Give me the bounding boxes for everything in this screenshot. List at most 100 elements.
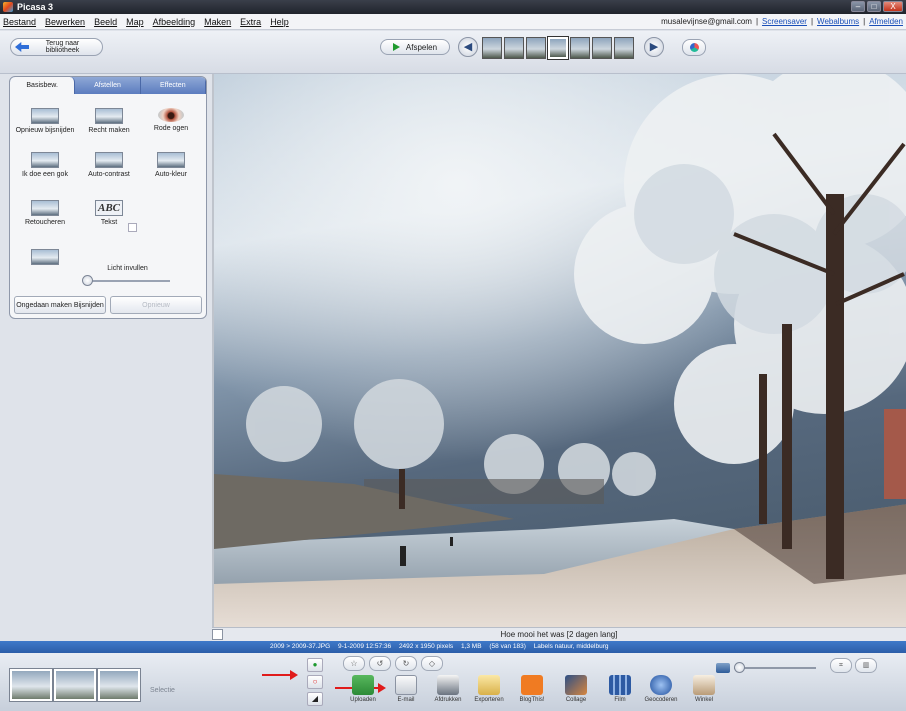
filmstrip-thumb[interactable] — [614, 37, 634, 59]
auto-color-tool[interactable]: Auto-kleur — [140, 152, 202, 179]
filmstrip-thumb-selected[interactable] — [547, 36, 569, 60]
filmstrip — [482, 36, 634, 60]
blogthis-button[interactable]: BlogThis! — [512, 675, 552, 703]
tray-thumb[interactable] — [53, 668, 97, 702]
redo-button[interactable]: Opnieuw — [110, 296, 202, 314]
collage-icon — [565, 675, 587, 695]
menu-bestand[interactable]: Bestand — [3, 17, 36, 27]
tab-tuning[interactable]: Afstellen — [75, 77, 141, 94]
close-button[interactable]: X — [883, 1, 903, 12]
menu-maken[interactable]: Maken — [204, 17, 231, 27]
title-bar: Picasa 3 – □ X — [0, 0, 906, 14]
filmstrip-thumb[interactable] — [570, 37, 590, 59]
globe-icon — [650, 675, 672, 695]
selection-tray: Selectie — [9, 659, 290, 707]
play-slideshow-button[interactable]: Afspelen — [380, 39, 450, 55]
tool-grid: Opnieuw bijsnijden Recht maken Rode ogen… — [10, 94, 206, 286]
next-photo-button[interactable]: ▶ — [644, 37, 664, 57]
menu-bewerken[interactable]: Bewerken — [45, 17, 85, 27]
fill-light-slider-knob[interactable] — [82, 275, 93, 286]
account-email: musalevijnse@gmail.com — [661, 17, 752, 26]
picasa-icon — [3, 2, 13, 12]
disabled-checkbox[interactable] — [128, 223, 137, 232]
fill-light-tool[interactable] — [14, 249, 76, 268]
export-label: Exporteren — [474, 697, 504, 703]
filmstrip-thumb[interactable] — [592, 37, 612, 59]
sign-out-link[interactable]: Afmelden — [869, 17, 903, 26]
back-to-library-button[interactable]: Terug naar bibliotheek — [10, 38, 103, 56]
photo-caption[interactable]: Hoe mooi het was [2 dagen lang] — [501, 630, 618, 639]
star-icon[interactable]: ☆ — [343, 656, 365, 671]
straighten-icon — [95, 108, 123, 124]
menu-map[interactable]: Map — [126, 17, 144, 27]
tab-basic-fixes[interactable]: Basisbew. — [10, 77, 76, 94]
view-buttons: ⌗ ▥ — [830, 658, 877, 673]
straighten-tool[interactable]: Recht maken — [78, 108, 140, 135]
webalbums-link[interactable]: Webalbums — [817, 17, 859, 26]
menu-extra[interactable]: Extra — [240, 17, 261, 27]
blogger-icon — [521, 675, 543, 695]
shop-icon — [693, 675, 715, 695]
tag-icon[interactable]: ◇ — [421, 656, 443, 671]
upload-button[interactable]: Uploaden — [343, 675, 383, 703]
red-eye-label: Rode ogen — [153, 125, 189, 132]
info-date: 9-1-2009 12:57:36 — [337, 643, 392, 650]
undo-crop-button[interactable]: Ongedaan maken Bijsnijden — [14, 296, 106, 314]
menu-afbeelding[interactable]: Afbeelding — [153, 17, 196, 27]
crop-tool[interactable]: Opnieuw bijsnijden — [14, 108, 76, 135]
rotate-left-icon[interactable]: ↺ — [369, 656, 391, 671]
print-label: Afdrukken — [434, 697, 462, 703]
label-icon[interactable]: ◢ — [307, 692, 323, 706]
tab-effects[interactable]: Effecten — [141, 77, 206, 94]
red-eye-tool[interactable]: Rode ogen — [140, 108, 202, 133]
shop-button[interactable]: Winkel — [684, 675, 724, 703]
retouch-label: Retoucheren — [24, 219, 66, 226]
filmstrip-thumb[interactable] — [482, 37, 502, 59]
maximize-button[interactable]: □ — [867, 1, 881, 12]
zoom-slider[interactable] — [734, 662, 816, 673]
tray-thumb[interactable] — [9, 668, 53, 702]
undo-redo-row: Ongedaan maken Bijsnijden Opnieuw — [14, 296, 202, 314]
feeling-lucky-tool[interactable]: Ik doe een gok — [14, 152, 76, 179]
pin-icon[interactable]: ● — [307, 658, 323, 672]
color-wheel-button[interactable] — [682, 39, 706, 56]
fill-light-slider[interactable] — [82, 275, 170, 286]
fit-view-icon[interactable]: ⌗ — [830, 658, 852, 673]
menu-help[interactable]: Help — [270, 17, 289, 27]
print-button[interactable]: Afdrukken — [428, 675, 468, 703]
filmstrip-thumb[interactable] — [504, 37, 524, 59]
edit-tabs: Basisbew. Afstellen Effecten — [10, 77, 206, 94]
geotag-label: Geocoderen — [644, 697, 678, 703]
zoom-slider-knob[interactable] — [734, 662, 745, 673]
selection-label: Selectie — [150, 687, 175, 694]
filmstrip-thumb[interactable] — [526, 37, 546, 59]
retouch-tool[interactable]: Retoucheren — [14, 200, 76, 227]
upload-icon — [352, 675, 374, 695]
previous-photo-button[interactable]: ◀ — [458, 37, 478, 57]
auto-contrast-tool[interactable]: Auto-contrast — [78, 152, 140, 179]
feeling-lucky-label: Ik doe een gok — [22, 171, 68, 178]
screensaver-link[interactable]: Screensaver — [762, 17, 807, 26]
geotag-button[interactable]: Geocoderen — [641, 675, 681, 703]
play-label: Afspelen — [405, 42, 438, 52]
window-title: Picasa 3 — [17, 2, 54, 12]
photo-viewer[interactable] — [212, 74, 906, 627]
compare-view-icon[interactable]: ▥ — [855, 658, 877, 673]
collage-button[interactable]: Collage — [556, 675, 596, 703]
tray-thumb[interactable] — [97, 668, 141, 702]
info-labels: Labels natuur, middelburg — [533, 643, 609, 650]
retouch-icon — [31, 200, 59, 216]
export-button[interactable]: Exporteren — [469, 675, 509, 703]
film-icon — [609, 675, 631, 695]
caption-toggle[interactable] — [212, 629, 223, 640]
menu-beeld[interactable]: Beeld — [94, 17, 117, 27]
fill-light-icon — [31, 249, 59, 265]
minimize-button[interactable]: – — [851, 1, 865, 12]
email-button[interactable]: E-mail — [386, 675, 426, 703]
feeling-lucky-icon — [31, 152, 59, 168]
movie-button[interactable]: Film — [600, 675, 640, 703]
rotate-right-icon[interactable]: ↻ — [395, 656, 417, 671]
arrow-left-icon — [15, 42, 29, 52]
clear-selection-icon[interactable]: ○ — [307, 675, 323, 689]
straighten-label: Recht maken — [88, 127, 130, 134]
